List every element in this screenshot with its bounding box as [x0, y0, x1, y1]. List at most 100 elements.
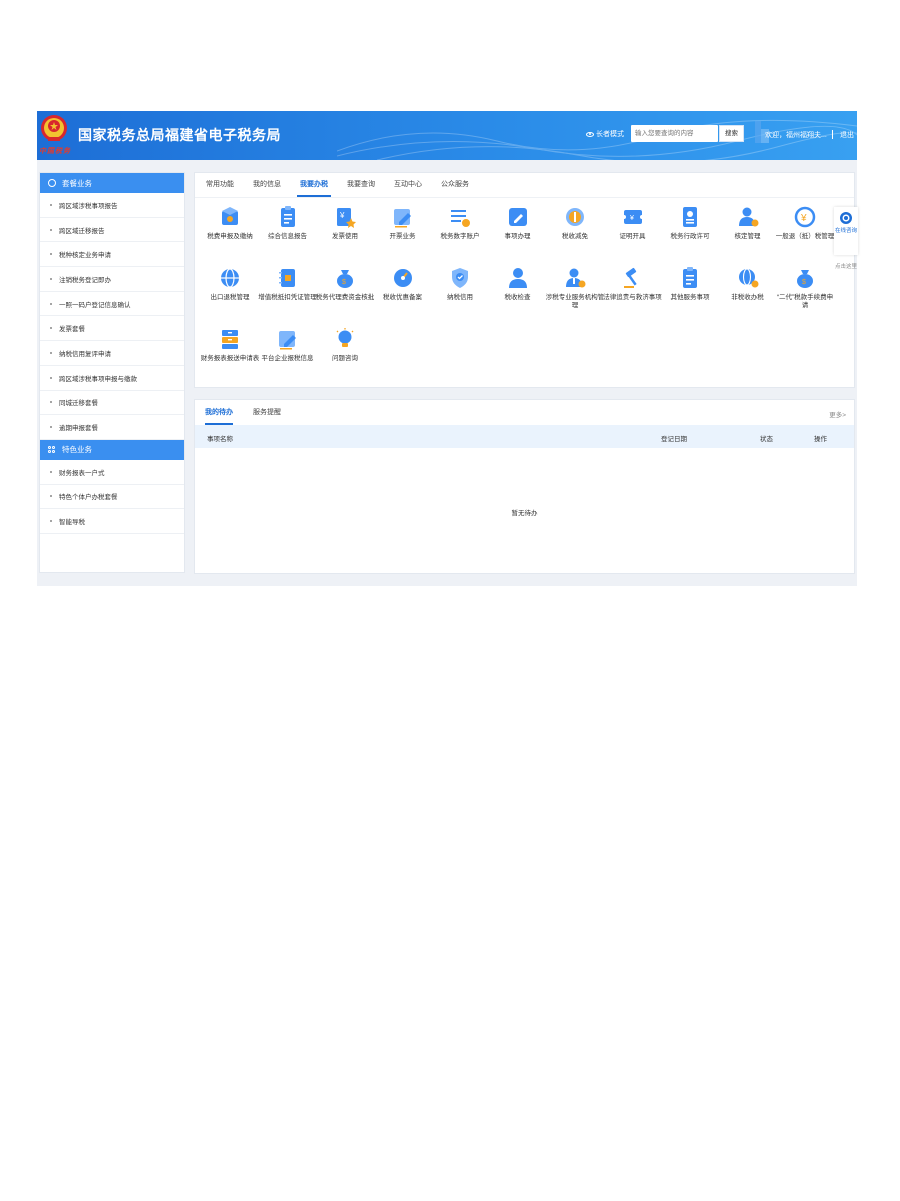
sidebar-section-title: 套餐业务	[62, 178, 92, 188]
tab-query[interactable]: 我要查询	[344, 173, 384, 197]
function-item[interactable]: 税务数字账户	[430, 205, 490, 241]
sidebar-item[interactable]: 一照一码户登记信息确认	[40, 292, 184, 317]
sidebar-item[interactable]: 同城迁移套餐	[40, 391, 184, 416]
edit-icon	[278, 331, 296, 350]
function-item[interactable]: 核定管理	[718, 205, 778, 241]
function-item[interactable]: 财务报表报送申请表	[200, 327, 260, 363]
sidebar-item[interactable]: 跨区域涉税事项申报与缴款	[40, 366, 184, 391]
function-item[interactable]: 开票业务	[373, 205, 433, 241]
welcome-user[interactable]: 欢迎，福州福翔夫...	[765, 130, 827, 140]
tab-handle-tax[interactable]: 我要办税	[297, 173, 337, 197]
function-item[interactable]: 法律追责与救济事项	[603, 266, 663, 302]
function-item[interactable]: 税收减免	[545, 205, 605, 241]
function-item[interactable]: 纳税信用	[430, 266, 490, 302]
tab-common[interactable]: 常用功能	[203, 173, 243, 197]
sidebar-item[interactable]: 跨区域涉税事项报告	[40, 193, 184, 218]
money-bag-icon: $	[337, 270, 353, 288]
sidebar: 套餐业务 跨区域涉税事项报告 跨区域迁移报告 税种核定业务申请 注销税务登记即办…	[39, 172, 185, 573]
tax-emblem-icon	[41, 115, 67, 141]
eye-icon	[586, 131, 594, 137]
site-header: 中国税务 国家税务总局福建省电子税务局 长者模式 搜索 欢迎，福州福翔夫... …	[37, 111, 857, 160]
bullet-icon	[50, 203, 52, 206]
elder-mode-toggle[interactable]: 长者模式	[586, 129, 624, 139]
globe-icon	[221, 268, 239, 288]
function-item[interactable]: 事项办理	[488, 205, 548, 241]
function-item[interactable]: $ 税务代理费资金核批	[315, 266, 375, 302]
sidebar-item[interactable]: 税种核定业务申请	[40, 242, 184, 268]
svg-text:$: $	[802, 279, 806, 286]
online-consult-widget[interactable]: 在线咨询	[834, 207, 858, 255]
function-label: 增值税抵扣凭证管理	[258, 294, 317, 301]
sidebar-item-label: 特色个体户办税套餐	[59, 494, 118, 502]
grid-icon	[48, 445, 56, 454]
tab-interaction[interactable]: 互动中心	[391, 173, 431, 197]
sidebar-item[interactable]: 注销税务登记即办	[40, 267, 184, 292]
notebook-icon	[278, 269, 295, 287]
sidebar-item[interactable]: 特色个体户办税套餐	[40, 485, 184, 510]
sidebar-item-label: 逾期申报套餐	[59, 425, 98, 433]
empty-state: 暂无待办	[511, 510, 538, 517]
function-label: 法律追责与救济事项	[603, 294, 662, 301]
function-label: 开票业务	[389, 233, 416, 240]
search-input[interactable]	[631, 125, 718, 142]
function-panel: 常用功能 我的信息 我要办税 我要查询 互动中心 公众服务 税费申报及缴纳 综合信…	[194, 172, 855, 388]
function-item[interactable]: 涉税专业服务机构管理	[545, 266, 605, 310]
agent-icon	[566, 268, 586, 288]
function-item[interactable]: 税收检查	[488, 266, 548, 302]
invoice-icon: ¥	[337, 208, 356, 228]
function-item[interactable]: ¥ 证明开具	[603, 205, 663, 241]
tab-my-info[interactable]: 我的信息	[250, 173, 290, 197]
function-item[interactable]: 税收优惠备案	[373, 266, 433, 302]
sidebar-item[interactable]: 逾期申报套餐	[40, 415, 184, 440]
col-item-name: 事项名称	[207, 436, 233, 443]
bullet-icon	[50, 253, 52, 256]
sidebar-item[interactable]: 发票套餐	[40, 316, 184, 342]
sidebar-item-label: 跨区域涉税事项申报与缴款	[59, 375, 137, 383]
sidebar-item-label: 注销税务登记即办	[59, 276, 111, 284]
pen-icon	[508, 208, 527, 226]
sidebar-item[interactable]: 智能导税	[40, 509, 184, 534]
bullet-icon	[50, 470, 52, 473]
sidebar-item[interactable]: 跨区域迁移报告	[40, 218, 184, 243]
function-item[interactable]: 平台企业报税信息	[258, 327, 318, 363]
bullet-icon	[50, 495, 52, 498]
money-bag-icon: $	[797, 270, 813, 288]
function-item[interactable]: 税费申报及缴纳	[200, 205, 260, 241]
function-label: 税收检查	[504, 294, 531, 301]
function-item[interactable]: ¥ 发票使用	[315, 205, 375, 241]
sidebar-section-package[interactable]: 套餐业务	[40, 173, 184, 193]
bullet-icon	[50, 426, 52, 429]
globe-user-icon	[738, 268, 758, 288]
sidebar-item[interactable]: 纳税信用复评申请	[40, 341, 184, 366]
function-item[interactable]: $ “二代”税款手续费申请	[775, 266, 835, 310]
function-item[interactable]: 增值税抵扣凭证管理	[258, 266, 318, 302]
logo-script-text: 中国税务	[39, 146, 71, 155]
function-label: 其他服务事项	[670, 294, 710, 301]
bullet-icon	[50, 302, 52, 305]
function-item[interactable]: 税务行政许可	[660, 205, 720, 241]
logout-link[interactable]: 退出	[840, 130, 854, 140]
tab-service-reminder[interactable]: 服务提醒	[253, 400, 281, 425]
function-item[interactable]: 非税收办税	[718, 266, 778, 302]
gavel-icon	[623, 267, 637, 288]
function-item[interactable]: 其他服务事项	[660, 266, 720, 302]
sidebar-item-label: 跨区域涉税事项报告	[59, 202, 118, 210]
tab-my-todo[interactable]: 我的待办	[205, 400, 233, 425]
todo-panel: 我的待办 服务提醒 更多> 事项名称 登记日期 状态 操作 暂无待办	[194, 399, 855, 574]
online-consult-label: 在线咨询	[834, 228, 857, 234]
tabs-divider	[195, 197, 854, 198]
function-item[interactable]: 综合信息报告	[258, 205, 318, 241]
sidebar-item-label: 纳税信用复评申请	[59, 350, 111, 358]
sidebar-item[interactable]: 财务报表一户式	[40, 460, 184, 485]
sidebar-section-featured[interactable]: 特色业务	[40, 439, 184, 460]
sidebar-item-label: 同城迁移套餐	[59, 400, 98, 408]
bullet-icon	[50, 520, 52, 523]
person-icon	[508, 268, 527, 288]
list-icon	[451, 210, 470, 227]
function-item[interactable]: 出口退税管理	[200, 266, 260, 302]
function-item[interactable]: 问题咨询	[315, 327, 375, 363]
search-button[interactable]: 搜索	[719, 125, 744, 142]
function-item[interactable]: ¥ 一般退（抵）税管理	[775, 205, 835, 241]
more-link[interactable]: 更多>	[829, 409, 846, 419]
tab-public-service[interactable]: 公众服务	[438, 173, 478, 197]
